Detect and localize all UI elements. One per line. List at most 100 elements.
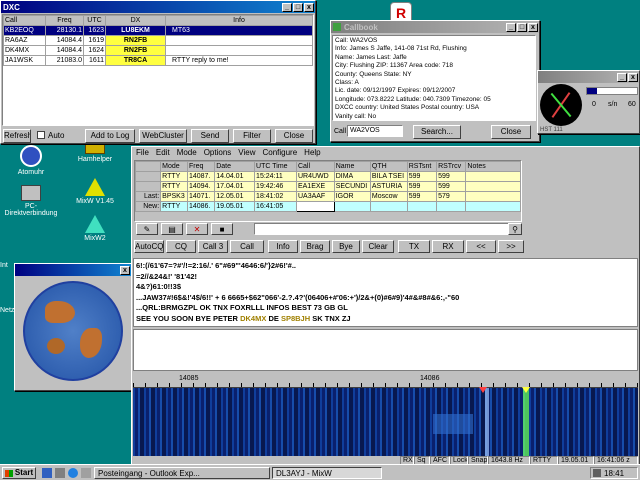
macro-button-brag[interactable]: Brag <box>300 240 330 253</box>
command-input[interactable] <box>254 223 522 235</box>
macro-button-call-3[interactable]: Call 3 <box>198 240 228 253</box>
add-to-log-button[interactable]: Add to Log <box>85 129 135 143</box>
close-icon[interactable]: x <box>628 72 638 82</box>
meter-window: _ x 0 s/n 60 HST 111 <box>537 70 640 134</box>
call-input[interactable]: WA2VOS <box>347 125 403 137</box>
task-mixw[interactable]: DL3AYJ - MixW <box>272 467 382 479</box>
log-col-header[interactable]: RSTsnt <box>406 161 438 172</box>
new-icon[interactable]: ✎ <box>136 223 158 235</box>
menu-mode[interactable]: Mode <box>177 148 197 157</box>
dxc-col-header[interactable]: Call <box>3 15 46 26</box>
log-cell <box>465 171 521 182</box>
macro-button-tx[interactable]: TX <box>398 240 430 253</box>
refresh-button[interactable]: Refresh <box>3 129 31 143</box>
start-button[interactable]: Start <box>2 467 36 479</box>
log-col-header[interactable]: Call <box>295 161 335 172</box>
callbook-info: Call: WA2VOS Info: James S Jaffe, 141-08 … <box>332 35 536 121</box>
log-row[interactable]: RTTY 14087. 14.04.01 15:24:11 UR4UWD DIMA BILA… <box>135 171 521 182</box>
search-button[interactable]: Search... <box>413 125 461 139</box>
speaker-icon[interactable] <box>593 469 601 477</box>
macro-button-cq[interactable]: CQ <box>166 240 196 253</box>
menu-view[interactable]: View <box>238 148 255 157</box>
maximize-button[interactable]: □ <box>293 2 303 12</box>
desktop-icon[interactable] <box>55 468 65 478</box>
delete-icon[interactable]: ✕ <box>186 223 208 235</box>
menu-bar: File Edit Mode Options View Configure Help <box>132 147 639 158</box>
log-col-header[interactable]: QTH <box>369 161 408 172</box>
log-row[interactable]: Last: BPSK3 14071. 12.05.01 18:41:02 UA3AAF IG… <box>135 191 521 202</box>
dxc-cell: RTTY reply to me! <box>165 55 313 66</box>
log-row[interactable]: New: RTTY 14086. 19.05.01 16:41:05 <box>135 201 521 212</box>
macro-button-info[interactable]: Info <box>268 240 298 253</box>
log-col-header[interactable]: Name <box>333 161 371 172</box>
minimize-button[interactable]: _ <box>282 2 292 12</box>
log-col-header[interactable] <box>135 161 162 172</box>
disk-icon[interactable]: ■ <box>211 223 233 235</box>
log-col-header[interactable]: UTC Time <box>254 161 297 172</box>
close-button[interactable]: Close <box>491 125 531 139</box>
log-col-header[interactable]: Freq <box>186 161 216 172</box>
save-icon[interactable]: ▤ <box>161 223 183 235</box>
macro-button-call[interactable]: Call <box>230 240 264 253</box>
webcluster-button[interactable]: WebCluster <box>139 129 187 143</box>
menu-file[interactable]: File <box>136 148 149 157</box>
log-row[interactable]: RTTY 14094. 17.04.01 19:42:46 EA1EXE SECUNDI A… <box>135 181 521 192</box>
macro-button-[interactable]: << <box>466 240 496 253</box>
tuning-marker[interactable] <box>479 387 487 393</box>
macro-button-[interactable]: >> <box>498 240 524 253</box>
task-outlook[interactable]: Posteingang - Outlook Exp... <box>94 467 270 479</box>
outlook-icon[interactable] <box>42 468 52 478</box>
dxc-col-header[interactable]: DX <box>105 15 166 26</box>
desktop-icon-label: Hamhelper <box>77 156 113 163</box>
macro-button-bye[interactable]: Bye <box>332 240 360 253</box>
globe-titlebar[interactable]: x <box>15 264 131 276</box>
browser-icon[interactable] <box>68 468 78 478</box>
callbook-titlebar[interactable]: Callbook _ □ x <box>331 21 539 33</box>
log-col-header[interactable]: Mode <box>160 161 188 172</box>
minimize-button[interactable]: _ <box>617 72 627 82</box>
close-icon[interactable]: x <box>528 22 538 32</box>
desktop-icon-atomuhr[interactable]: Atomuhr <box>2 145 60 176</box>
dxc-col-header[interactable]: Freq <box>45 15 84 26</box>
macro-button-autocq[interactable]: AutoCQ <box>134 240 164 253</box>
log-col-header[interactable]: Notes <box>465 161 521 172</box>
menu-help[interactable]: Help <box>304 148 320 157</box>
maximize-button[interactable]: □ <box>517 22 527 32</box>
calc-icon[interactable] <box>81 468 91 478</box>
log-cell <box>436 201 467 212</box>
dxc-row[interactable]: DK4MX 14084.4 1624 RN2FB <box>3 45 313 56</box>
menu-options[interactable]: Options <box>204 148 232 157</box>
dxc-row[interactable]: JA1WSK 21083.0 1611 TR8CA RTTY reply to me! <box>3 55 313 66</box>
desktop-icon-mixw2[interactable]: MixW2 <box>66 215 124 242</box>
menu-edit[interactable]: Edit <box>156 148 170 157</box>
dxc-row[interactable]: RA6AZ 14084.4 1619 RN2FB <box>3 35 313 46</box>
auto-checkbox[interactable] <box>37 131 45 139</box>
log-cell <box>465 181 521 192</box>
tuning-marker[interactable] <box>522 387 530 393</box>
tx-text[interactable] <box>133 329 638 371</box>
dxc-col-header[interactable]: UTC <box>83 15 106 26</box>
meter-titlebar[interactable]: _ x <box>538 71 639 83</box>
macro-button-clear[interactable]: Clear <box>362 240 394 253</box>
menu-configure[interactable]: Configure <box>262 148 297 157</box>
waterfall[interactable]: 14085 14086 <box>133 374 638 456</box>
log-col-header[interactable]: Date <box>214 161 256 172</box>
dxc-col-header[interactable]: Info <box>165 15 313 26</box>
dxc-row[interactable]: KB2EOQ 28130.1 1623 LU8EKM MT63 <box>3 25 313 36</box>
desktop-icon-pc-direkt[interactable]: PC-Direktverbindung <box>2 185 60 217</box>
macro-button-rx[interactable]: RX <box>432 240 464 253</box>
send-button[interactable]: Send <box>191 129 229 143</box>
clock[interactable]: 18:41 <box>604 469 624 478</box>
magnifier-icon[interactable]: ⚲ <box>508 223 522 235</box>
desktop-icon-mixw145[interactable]: MixW V1.45 <box>66 178 124 205</box>
rx-text[interactable]: 6!:(/61'67=?#'/!=2:16/.' 6"#69"'4646:6/'… <box>133 258 638 327</box>
log-col-header[interactable]: RSTrcv <box>436 161 467 172</box>
close-icon[interactable]: x <box>304 2 314 12</box>
close-icon[interactable]: x <box>120 265 130 275</box>
dxc-titlebar[interactable]: DXC _ □ x <box>1 1 315 13</box>
log-cell: UA3AAF <box>295 191 335 202</box>
minimize-button[interactable]: _ <box>506 22 516 32</box>
filter-button[interactable]: Filter <box>233 129 271 143</box>
close-button[interactable]: Close <box>275 129 313 143</box>
log-cell: 599 <box>436 171 467 182</box>
